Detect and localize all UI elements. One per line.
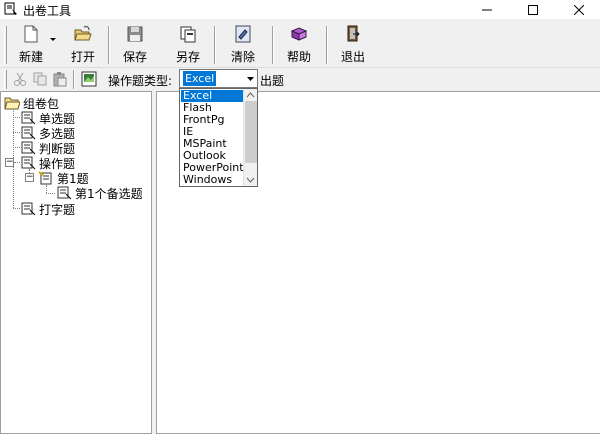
document-icon (21, 141, 36, 155)
question-type-dropdown[interactable]: Excel Flash FrontPg IE MSPaint Outlook P… (179, 88, 258, 187)
open-folder-icon (74, 26, 92, 41)
maximize-icon (528, 4, 538, 15)
minimize-button[interactable] (464, 0, 510, 19)
question-type-value: Excel (183, 71, 217, 86)
document-icon (21, 202, 36, 216)
tree-item-typing[interactable]: 打字题 (20, 201, 75, 217)
toolbar-separator (108, 26, 110, 64)
app-icon (4, 2, 17, 15)
chevron-down-icon[interactable] (50, 38, 56, 42)
exit-label: 退出 (340, 50, 365, 64)
document-icon (21, 126, 36, 140)
new-file-icon (24, 25, 38, 43)
open-label: 打开 (70, 50, 95, 64)
exit-door-icon (347, 25, 360, 42)
image-icon[interactable] (81, 71, 97, 87)
tree-line (13, 117, 20, 118)
save-as-icon (180, 26, 196, 43)
open-button[interactable]: 打开 (66, 22, 100, 66)
tree-line (13, 132, 20, 133)
title-bar: 出卷工具 (0, 0, 600, 19)
save-disk-icon (127, 26, 143, 42)
clear-label: 清除 (230, 50, 255, 64)
close-button[interactable] (556, 0, 600, 19)
tree-item-alternative-1[interactable]: 第1个备选题 (56, 185, 143, 201)
document-icon (21, 111, 36, 125)
generate-question-button[interactable]: 出题 (260, 72, 284, 89)
question-type-label: 操作题类型: (108, 74, 173, 88)
help-book-icon (290, 27, 308, 41)
toolbar-separator (73, 70, 75, 89)
document-edit-icon (38, 171, 52, 185)
window-title: 出卷工具 (23, 4, 72, 18)
document-icon (57, 186, 72, 200)
exit-button[interactable]: 退出 (336, 22, 370, 66)
chevron-down-icon (246, 76, 254, 81)
dropdown-arrow[interactable] (243, 70, 257, 87)
chevron-down-icon[interactable] (246, 175, 255, 184)
minimize-icon (482, 9, 492, 10)
save-label: 保存 (122, 50, 147, 64)
tree-line (46, 185, 47, 193)
copy-icon[interactable] (32, 71, 48, 87)
help-button[interactable]: 帮助 (282, 22, 316, 66)
tree-line (13, 208, 20, 209)
clear-icon (235, 25, 251, 43)
chevron-up-icon[interactable] (246, 91, 255, 100)
close-icon (574, 4, 584, 15)
document-icon (21, 156, 36, 170)
toolbar-separator (272, 26, 274, 64)
save-as-button[interactable]: 另存 (170, 22, 206, 66)
toolbar-grip[interactable] (4, 70, 7, 89)
toolbar-separator (326, 26, 328, 64)
folder-open-icon (4, 97, 20, 110)
clear-button[interactable]: 清除 (224, 22, 262, 66)
new-button[interactable]: 新建 (14, 22, 48, 66)
new-label: 新建 (18, 50, 43, 64)
tree-item-label: 打字题 (39, 202, 76, 217)
main-toolbar: 新建 打开 保存 另存 清除 帮助 退出 (0, 22, 600, 68)
maximize-button[interactable] (510, 0, 556, 19)
question-tree[interactable]: 组卷包 单选题 多选题 判断题 − 操作题 − 第1题 第1个备选题 打字题 (0, 91, 152, 434)
dropdown-option-windows[interactable]: Windows (181, 174, 244, 186)
tree-line (13, 147, 20, 148)
save-as-label: 另存 (175, 50, 200, 64)
cut-icon[interactable] (12, 71, 28, 87)
dropdown-scrollbar[interactable] (243, 89, 257, 186)
help-label: 帮助 (286, 50, 311, 64)
edit-toolbar: 操作题类型: (0, 68, 600, 91)
tree-line (46, 193, 55, 194)
save-button[interactable]: 保存 (118, 22, 152, 66)
collapse-toggle[interactable]: − (5, 158, 14, 167)
paste-icon[interactable] (52, 71, 68, 87)
toolbar-separator (214, 26, 216, 64)
scrollbar-thumb[interactable] (245, 101, 257, 163)
question-type-select[interactable]: Excel (179, 69, 258, 88)
collapse-toggle[interactable]: − (25, 173, 34, 182)
tree-item-label: 第1个备选题 (75, 186, 143, 201)
toolbar-grip[interactable] (4, 26, 7, 64)
